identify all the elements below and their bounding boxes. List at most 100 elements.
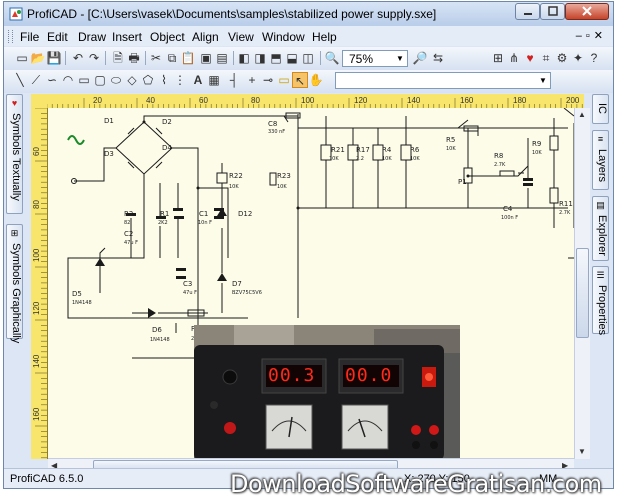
close-button[interactable] <box>565 3 609 20</box>
print-preview-icon[interactable]: 🗎 <box>110 50 126 66</box>
zoom-in-icon[interactable]: 🔍 <box>324 50 340 66</box>
part-label-d2: D2 <box>162 118 172 126</box>
align-middle-icon[interactable]: ◫ <box>300 50 316 66</box>
pan-hand-icon[interactable]: ✋ <box>308 72 324 88</box>
new-file-icon[interactable]: ▭ <box>14 50 30 66</box>
title-bar: ProfiCAD - [C:\Users\vasek\Documents\sam… <box>4 2 613 26</box>
text-tool-icon[interactable]: A <box>190 72 206 88</box>
part-value: 10K <box>446 146 456 152</box>
part-label-d3: D3 <box>104 150 114 158</box>
align-left-icon[interactable]: ◧ <box>236 50 252 66</box>
heart-icon: ♥ <box>11 98 18 108</box>
grid-tool-icon[interactable]: ⋮ <box>172 72 188 88</box>
toolbar-separator <box>105 51 106 65</box>
select-pointer-icon[interactable]: ↖ <box>292 72 308 88</box>
menu-edit[interactable]: Edit <box>47 30 68 44</box>
menu-file[interactable]: File <box>20 30 39 44</box>
bezier-tool-icon[interactable]: ⌇ <box>156 72 172 88</box>
voltage-display: 00.0 <box>345 365 393 386</box>
maximize-button[interactable] <box>540 3 565 20</box>
menu-draw[interactable]: Draw <box>78 30 106 44</box>
component-icon[interactable]: ⌗ <box>538 50 554 66</box>
part-value: 10K <box>410 156 420 162</box>
vertical-scroll-thumb[interactable] <box>576 248 589 338</box>
menu-view[interactable]: View <box>228 30 254 44</box>
tab-explorer[interactable]: ▤ Explorer <box>592 196 609 261</box>
part-value: 1N4148 <box>150 337 170 343</box>
rectangle-tool-icon[interactable]: ▭ <box>76 72 92 88</box>
cut-icon[interactable]: ✂ <box>148 50 164 66</box>
ellipse-tool-icon[interactable]: ⬭ <box>108 72 124 88</box>
standard-toolbar: ▭ 📂 💾 ↶ ↷ 🗎 🖶 ✂ ⧉ 📋 ▣ ▤ ◧ ◨ ⬒ ⬓ ◫ 🔍 75% <box>4 47 613 70</box>
app-window: ProfiCAD - [C:\Users\vasek\Documents\sam… <box>3 1 614 489</box>
help-icon[interactable]: ? <box>586 50 602 66</box>
line-tool-icon[interactable]: ╲ <box>12 72 28 88</box>
connector-tool-icon[interactable]: ⊸ <box>260 72 276 88</box>
align-top-icon[interactable]: ⬒ <box>268 50 284 66</box>
align-center-icon[interactable]: ◨ <box>252 50 268 66</box>
fit-page-icon[interactable]: ⇆ <box>430 50 446 66</box>
zoom-combo[interactable]: 75% ▼ <box>342 50 408 67</box>
part-label-d7: D7 <box>232 280 242 288</box>
polyline-tool-icon[interactable]: ⟋ <box>28 72 44 88</box>
part-label-c3: C3 <box>183 280 193 288</box>
ruler-label: 180 <box>513 96 527 105</box>
ruler-label: 100 <box>301 96 315 105</box>
scroll-up-icon[interactable]: ▲ <box>578 110 586 119</box>
heart-icon[interactable]: ♥ <box>522 50 538 66</box>
curve-tool-icon[interactable]: ∽ <box>44 72 60 88</box>
part-value: 47u F <box>183 290 197 296</box>
ruler-label: 120 <box>354 96 368 105</box>
network-icon[interactable]: ⊞ <box>490 50 506 66</box>
undo-icon[interactable]: ↶ <box>70 50 86 66</box>
tree-icon[interactable]: ⋔ <box>506 50 522 66</box>
chevron-down-icon: ▼ <box>396 54 404 63</box>
left-dock-tabs: ♥ Symbols Textually ⊞ Symbols Graphicall… <box>6 94 24 484</box>
tab-symbols-textually[interactable]: ♥ Symbols Textually <box>6 94 23 214</box>
settings-icon[interactable]: ✦ <box>570 50 586 66</box>
part-label-c4: C4 <box>503 205 513 213</box>
tab-ic[interactable]: IC <box>592 94 609 124</box>
ruler-label: 160 <box>460 96 474 105</box>
redo-icon[interactable]: ↷ <box>86 50 102 66</box>
part-value: 2.7K <box>559 210 571 216</box>
tool-icon[interactable]: ⚙ <box>554 50 570 66</box>
scroll-down-icon[interactable]: ▼ <box>578 447 586 456</box>
zoom-out-icon[interactable]: 🔎 <box>412 50 428 66</box>
menu-insert[interactable]: Insert <box>112 30 142 44</box>
polygon-tool-icon[interactable]: ⬠ <box>140 72 156 88</box>
junction-tool-icon[interactable]: + <box>244 72 260 88</box>
wire-tool-icon[interactable]: ┤ <box>226 72 242 88</box>
rounded-rect-tool-icon[interactable]: ▢ <box>92 72 108 88</box>
tab-label: Layers <box>596 149 608 183</box>
vertical-scrollbar[interactable]: ▲ ▼ <box>574 108 590 459</box>
style-combo[interactable]: ▼ <box>335 72 551 89</box>
paste-icon[interactable]: 📋 <box>180 50 196 66</box>
part-label-c8: C8 <box>268 120 278 128</box>
menu-help[interactable]: Help <box>312 30 337 44</box>
minimize-button[interactable] <box>515 3 540 20</box>
open-folder-icon[interactable]: 📂 <box>30 50 46 66</box>
mdi-window-controls[interactable]: –▫✕ <box>576 29 607 42</box>
print-icon[interactable]: 🖶 <box>126 50 142 66</box>
menu-align[interactable]: Align <box>192 30 219 44</box>
diamond-tool-icon[interactable]: ◇ <box>124 72 140 88</box>
image-tool-icon[interactable]: ▦ <box>206 72 222 88</box>
part-label-r6: R6 <box>410 146 420 154</box>
ruler-label: 140 <box>32 354 41 368</box>
align-bottom-icon[interactable]: ⬓ <box>284 50 300 66</box>
horizontal-ruler: 20 40 60 80 100 120 140 160 180 200 <box>31 94 584 109</box>
tab-layers[interactable]: ≡ Layers <box>592 130 609 190</box>
arc-tool-icon[interactable]: ◠ <box>60 72 76 88</box>
menu-window[interactable]: Window <box>262 30 305 44</box>
image-icon[interactable]: ▣ <box>198 50 214 66</box>
save-icon[interactable]: 💾 <box>46 50 62 66</box>
export-image-icon[interactable]: ▤ <box>214 50 230 66</box>
menu-object[interactable]: Object <box>150 30 185 44</box>
part-label-r2: R2 <box>124 210 134 218</box>
tab-label: Symbols Graphically <box>10 243 22 344</box>
copy-icon[interactable]: ⧉ <box>164 50 180 66</box>
label-tool-icon[interactable]: ▭ <box>276 72 292 88</box>
tab-symbols-graphically[interactable]: ⊞ Symbols Graphically <box>6 224 23 343</box>
tab-properties[interactable]: ☰ Properties <box>592 266 609 335</box>
